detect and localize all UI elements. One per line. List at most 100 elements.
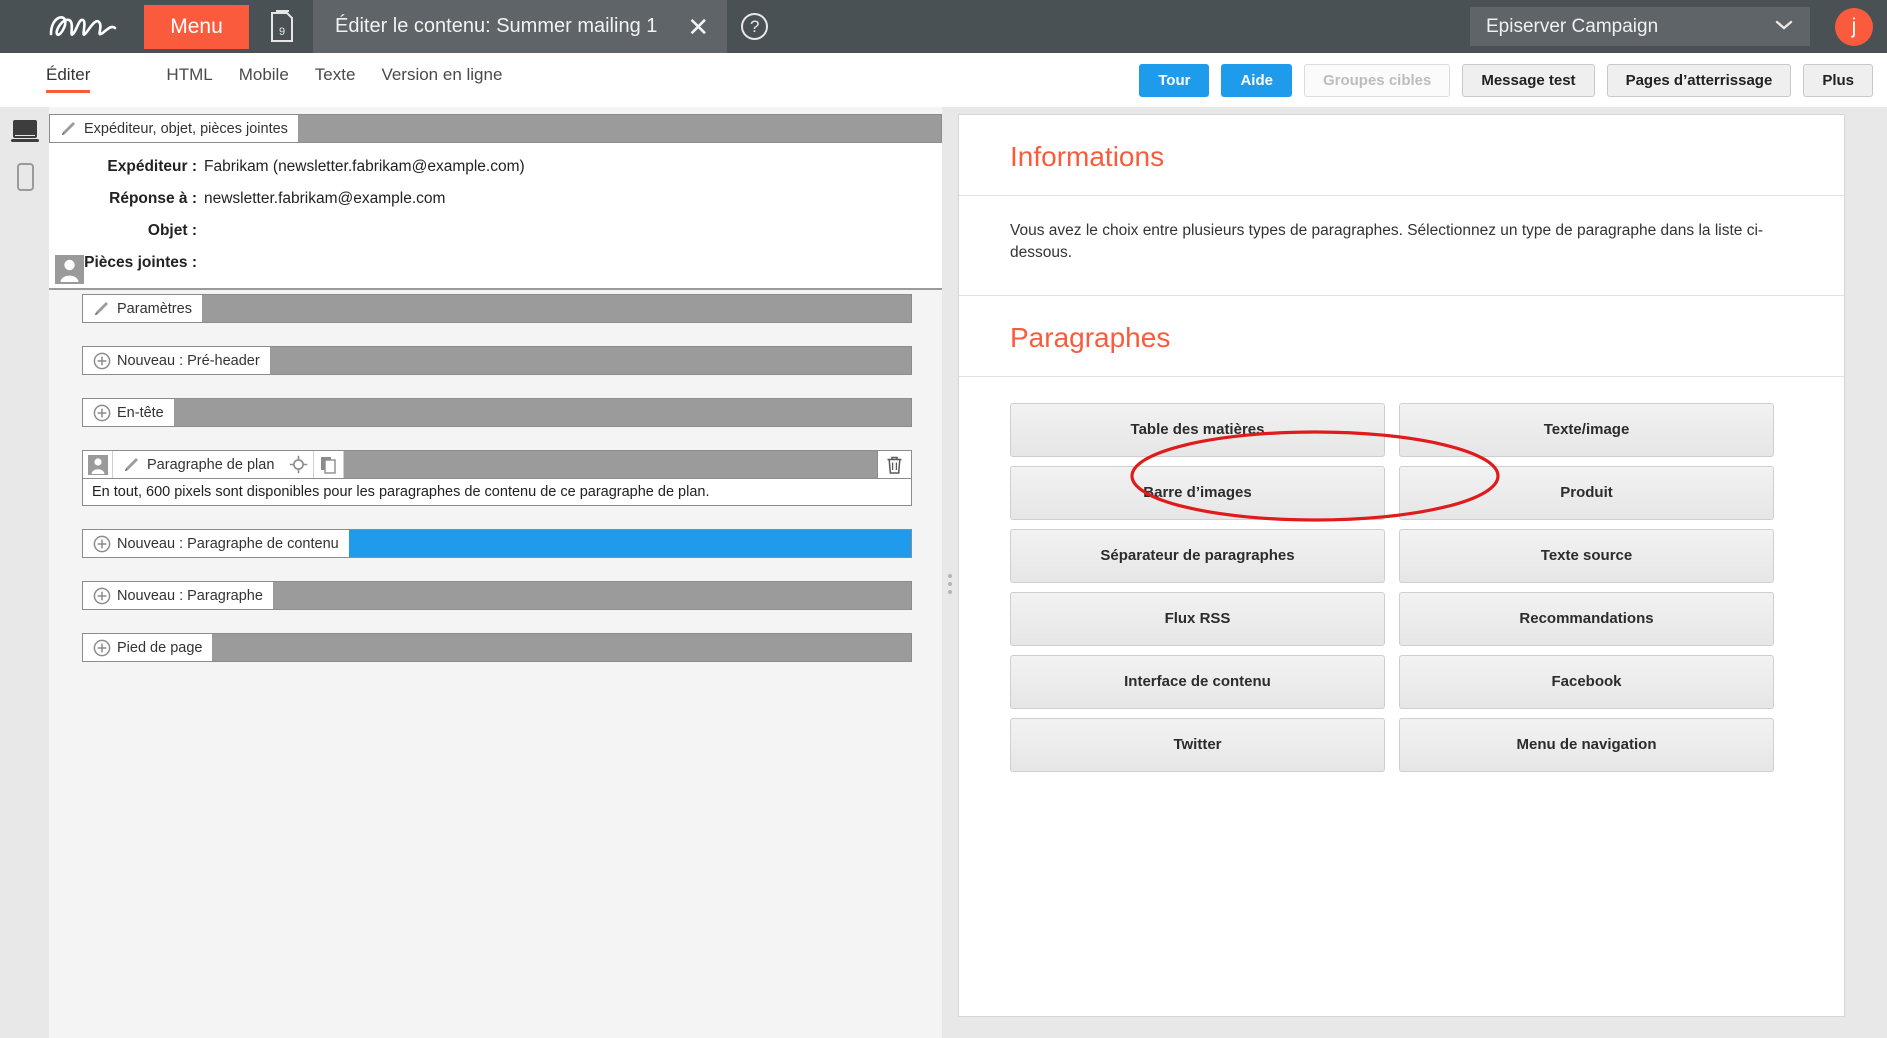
sub-bar: Éditer HTML Mobile Texte Version en lign… (0, 53, 1887, 107)
content-tab-title: Éditer le contenu: Summer mailing 1 (335, 15, 658, 37)
paragraph-button-recommandations[interactable]: Recommandations (1399, 591, 1774, 646)
plus-circle-icon (93, 639, 111, 657)
block-en-tete-label: En-tête (117, 404, 164, 421)
sender-subject-attachments-box: Expéditeur, objet, pièces jointes Expédi… (49, 114, 942, 290)
tab-mobile[interactable]: Mobile (239, 65, 289, 93)
documents-count-icon[interactable]: 9 (265, 7, 299, 47)
info-panel: Informations Vous avez le choix entre pl… (958, 114, 1845, 1017)
block-paragraphe-de-plan-bar[interactable]: Paragraphe de plan (82, 450, 912, 479)
sender-bar-fill (297, 115, 941, 142)
block-nouveau-paragraphe-de-contenu-tab[interactable]: Nouveau : Paragraphe de contenu (83, 530, 349, 557)
trash-icon[interactable] (877, 451, 911, 478)
pages-atterrissage-button[interactable]: Pages d’atterrissage (1606, 64, 1792, 97)
device-preview-rail (0, 107, 49, 1038)
personalization-avatar-icon[interactable] (83, 451, 113, 478)
plus-button[interactable]: Plus (1803, 64, 1873, 97)
main-area: Expéditeur, objet, pièces jointes Expédi… (0, 107, 1887, 1038)
paragraph-button-table-des-matieres[interactable]: Table des matières (1010, 402, 1385, 457)
menu-button[interactable]: Menu (144, 4, 249, 49)
episerver-logo[interactable] (42, 0, 130, 53)
block-parametres-fill (201, 295, 911, 322)
block-paragraphe-de-plan-hint: En tout, 600 pixels sont disponibles pou… (82, 479, 912, 506)
block-pied-de-page-tab[interactable]: Pied de page (83, 634, 213, 661)
plus-circle-icon (93, 352, 111, 370)
avatar-placeholder-icon (55, 255, 84, 284)
paragraph-button-barre-d-images[interactable]: Barre d’images (1010, 465, 1385, 520)
move-target-icon[interactable] (284, 451, 315, 478)
block-pied-de-page-bar[interactable]: Pied de page (82, 633, 912, 662)
tab-html-label: HTML (166, 65, 213, 84)
editor-panel: Expéditeur, objet, pièces jointes Expédi… (49, 107, 942, 1038)
block-en-tete-tab[interactable]: En-tête (83, 399, 174, 426)
paragraph-button-separateur-de-paragraphes[interactable]: Séparateur de paragraphes (1010, 528, 1385, 583)
informations-title: Informations (959, 115, 1844, 196)
block-parametres-bar[interactable]: Paramètres (82, 294, 912, 323)
content-tab[interactable]: Éditer le contenu: Summer mailing 1 ✕ (313, 0, 728, 53)
informations-body: Vous avez le choix entre plusieurs types… (959, 196, 1844, 296)
field-expediteur: Expéditeur : Fabrikam (newsletter.fabrik… (49, 158, 942, 176)
message-test-button[interactable]: Message test (1462, 64, 1595, 97)
client-selector[interactable]: Episerver Campaign (1470, 7, 1810, 46)
block-paragraphe-de-plan-label: Paragraphe de plan (147, 456, 275, 473)
block-parametres-label: Paramètres (117, 300, 192, 317)
avatar[interactable]: j (1835, 8, 1873, 46)
menu-button-label: Menu (170, 14, 223, 38)
sender-bar-label: Expéditeur, objet, pièces jointes (84, 120, 288, 137)
paragraph-button-texte-image[interactable]: Texte/image (1399, 402, 1774, 457)
paragraph-button-texte-source[interactable]: Texte source (1399, 528, 1774, 583)
block-nouveau-paragraphe-bar[interactable]: Nouveau : Paragraphe (82, 581, 912, 610)
field-objet: Objet : (49, 222, 942, 240)
block-parametres-tab[interactable]: Paramètres (83, 295, 202, 322)
block-nouveau-paragraphe: Nouveau : Paragraphe (82, 581, 912, 610)
block-paragraphe-de-plan-fill (344, 451, 877, 478)
block-en-tete-bar[interactable]: En-tête (82, 398, 912, 427)
sender-bar-tab[interactable]: Expéditeur, objet, pièces jointes (50, 115, 298, 142)
tab-editer[interactable]: Éditer (46, 65, 91, 93)
tour-button[interactable]: Tour (1139, 64, 1210, 97)
plus-circle-icon (93, 404, 111, 422)
block-nouveau-pre-header-tab[interactable]: Nouveau : Pré-header (83, 347, 270, 374)
paragraph-button-twitter[interactable]: Twitter (1010, 717, 1385, 772)
copy-icon[interactable] (314, 451, 345, 478)
desktop-icon[interactable] (10, 119, 40, 145)
mobile-icon[interactable] (17, 163, 34, 191)
block-nouveau-paragraphe-de-contenu-label: Nouveau : Paragraphe de contenu (117, 535, 339, 552)
block-nouveau-pre-header-bar[interactable]: Nouveau : Pré-header (82, 346, 912, 375)
tab-html[interactable]: HTML (166, 65, 212, 93)
aide-button[interactable]: Aide (1221, 64, 1292, 97)
paragraph-button-interface-de-contenu[interactable]: Interface de contenu (1010, 654, 1385, 709)
close-icon[interactable]: ✕ (687, 14, 709, 40)
tab-editer-label: Éditer (46, 65, 91, 84)
panel-splitter[interactable] (942, 107, 958, 1038)
tab-mobile-label: Mobile (238, 65, 289, 84)
paragraphes-title: Paragraphes (959, 296, 1844, 377)
client-selector-label: Episerver Campaign (1486, 15, 1659, 37)
top-bar: Menu 9 Éditer le contenu: Summer mailing… (0, 0, 1887, 53)
paragraph-button-menu-de-navigation[interactable]: Menu de navigation (1399, 717, 1774, 772)
plus-circle-icon (93, 587, 111, 605)
field-expediteur-label: Expéditeur : (107, 158, 197, 175)
tab-version-en-ligne[interactable]: Version en ligne (381, 65, 502, 93)
block-paragraphe-de-plan: Paragraphe de plan En tout, 600 pixels s… (82, 450, 912, 506)
block-nouveau-paragraphe-label: Nouveau : Paragraphe (117, 587, 263, 604)
sender-bar[interactable]: Expéditeur, objet, pièces jointes (49, 114, 942, 143)
block-nouveau-paragraphe-de-contenu-bar[interactable]: Nouveau : Paragraphe de contenu (82, 529, 912, 558)
field-objet-label: Objet : (147, 222, 197, 239)
tab-texte[interactable]: Texte (315, 65, 356, 93)
block-nouveau-paragraphe-tab[interactable]: Nouveau : Paragraphe (83, 582, 273, 609)
informations-text: Vous avez le choix entre plusieurs types… (1010, 222, 1764, 262)
content-blocks: Paramètres Nouveau : Pré-header En-tête … (82, 294, 912, 685)
paragraph-button-produit[interactable]: Produit (1399, 465, 1774, 520)
block-paragraphe-de-plan-tab[interactable]: Paragraphe de plan (113, 451, 285, 478)
splitter-grip-icon (948, 570, 952, 598)
block-pied-de-page-label: Pied de page (117, 639, 203, 656)
block-nouveau-pre-header: Nouveau : Pré-header (82, 346, 912, 375)
paragraph-button-facebook[interactable]: Facebook (1399, 654, 1774, 709)
block-nouveau-paragraphe-de-contenu-fill (348, 530, 911, 557)
block-pied-de-page: Pied de page (82, 633, 912, 662)
field-reponse-a-label: Réponse à : (109, 190, 197, 207)
paragraph-button-flux-rss[interactable]: Flux RSS (1010, 591, 1385, 646)
block-en-tete: En-tête (82, 398, 912, 427)
plus-circle-icon (93, 535, 111, 553)
help-icon[interactable]: ? (741, 13, 769, 40)
